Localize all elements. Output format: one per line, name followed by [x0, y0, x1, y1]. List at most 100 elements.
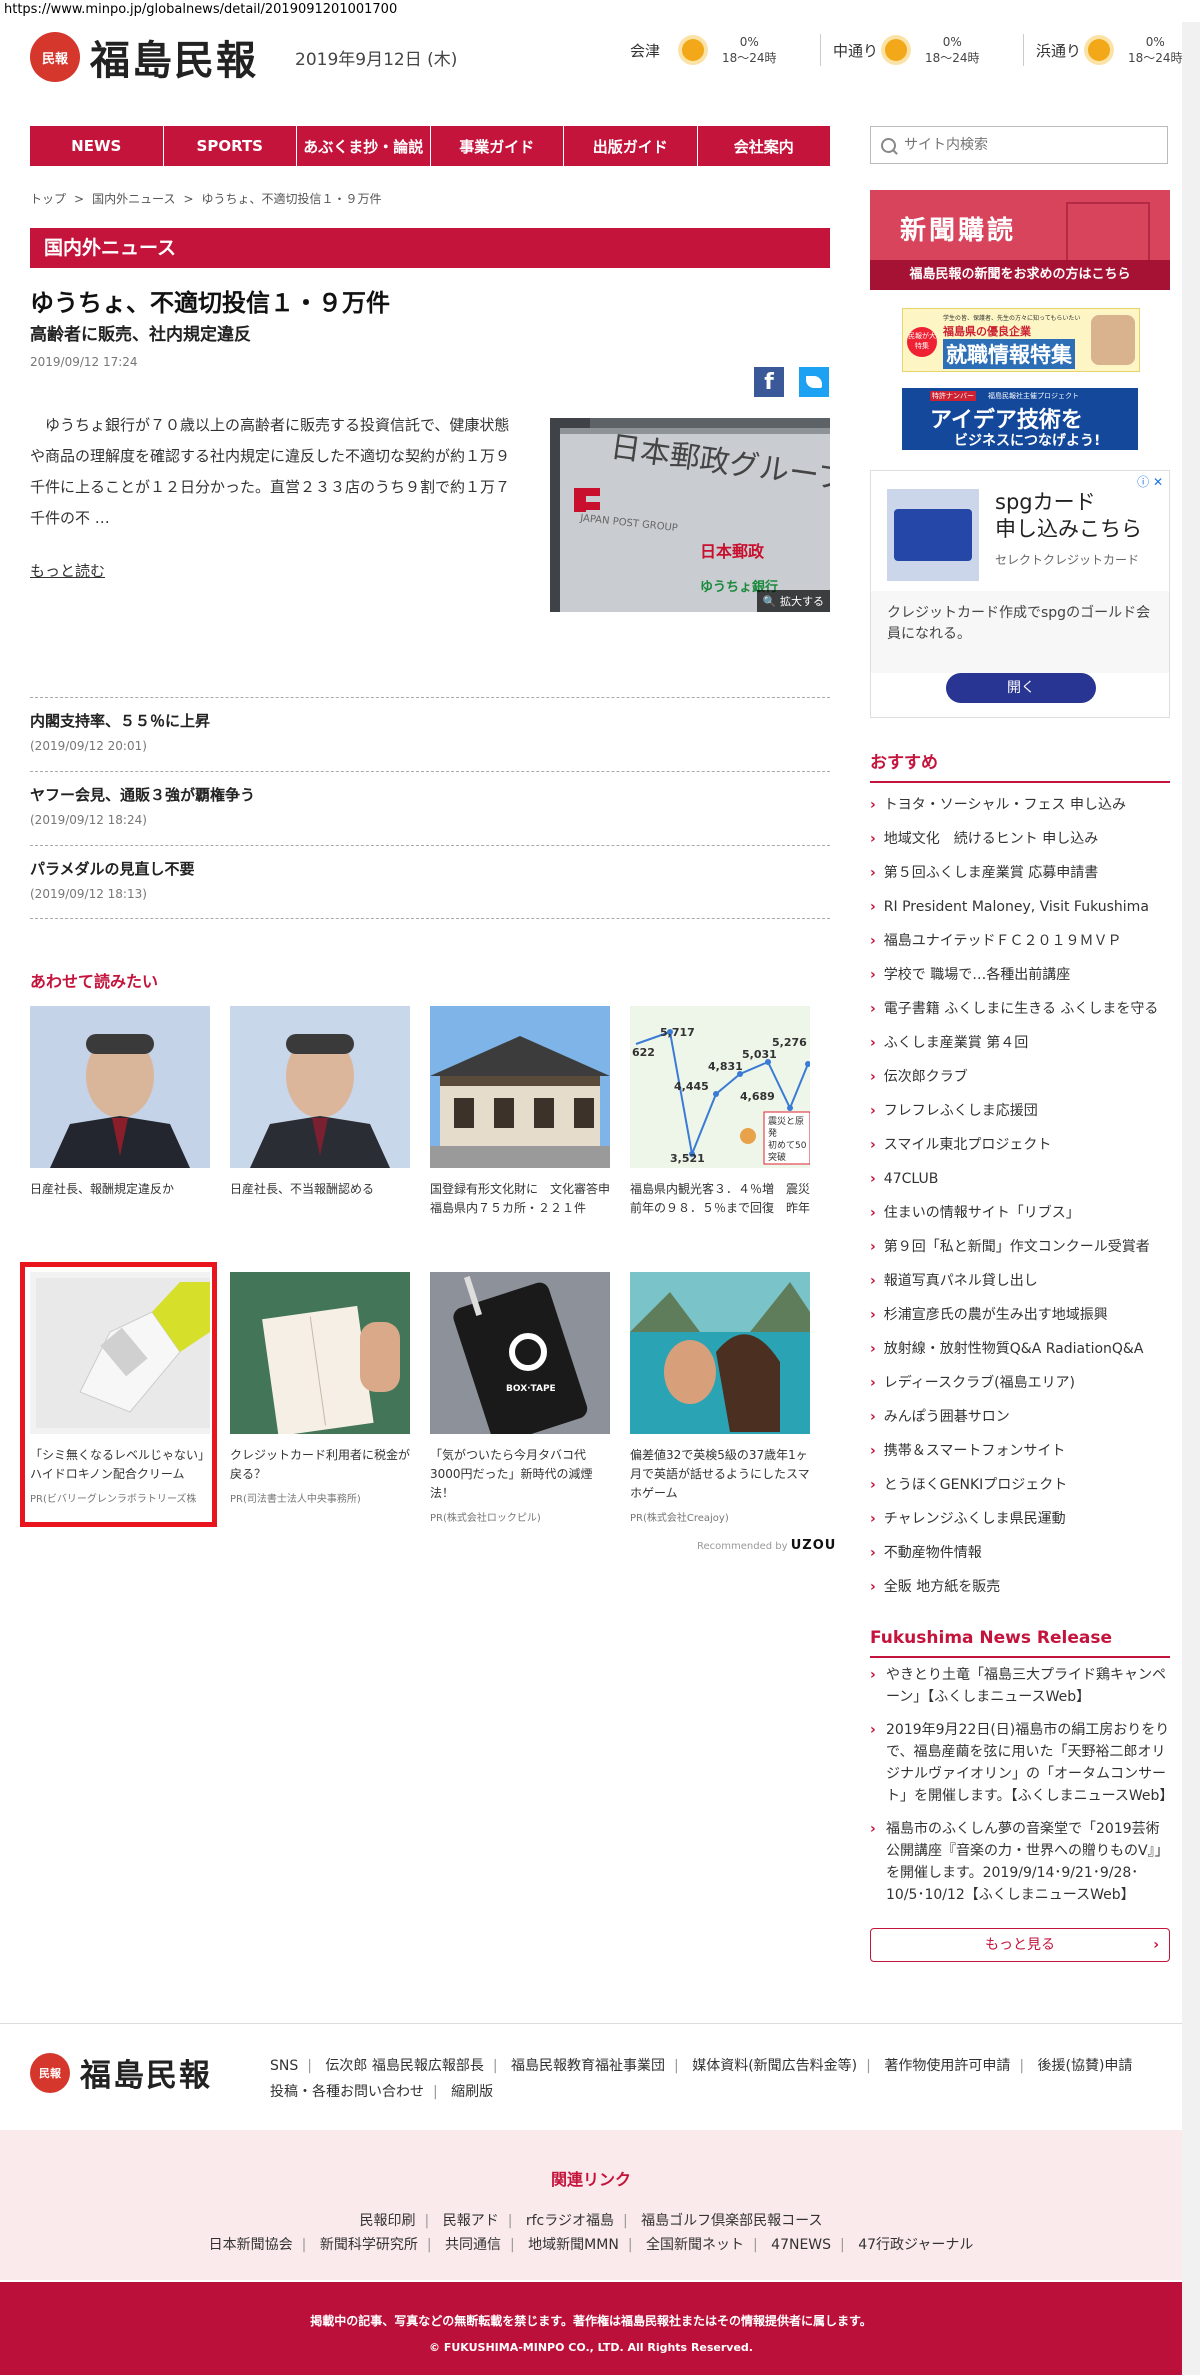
- recommended-by[interactable]: Recommended by UZOU: [697, 1538, 836, 1553]
- related-link[interactable]: 福島ゴルフ倶楽部民報コース: [641, 2213, 822, 2229]
- osusume-item[interactable]: RI President Maloney, Visit Fukushima: [870, 890, 1170, 924]
- sidebar-ad[interactable]: ⓘ ✕ spgカード 申し込みこちら セレクトクレジットカード クレジットカード…: [870, 470, 1170, 718]
- recommend-card-ad[interactable]: クレジットカード利用者に税金が戻る？ PR(司法書士法人中央事務所): [230, 1272, 410, 1505]
- related-link[interactable]: 新聞科学研究所: [320, 2237, 418, 2253]
- footer-link[interactable]: 投稿・各種お問い合わせ: [270, 2084, 424, 2100]
- footer-link[interactable]: 著作物使用許可申請: [884, 2058, 1010, 2074]
- list-item-title[interactable]: パラメダルの見直し不要: [30, 858, 830, 879]
- card-caption[interactable]: 国登録有形文化財に 文化審答申 福島県内７５カ所・２２１件: [430, 1180, 622, 1218]
- more-button[interactable]: もっと見る: [870, 1928, 1170, 1962]
- card-thumbnail[interactable]: [430, 1006, 610, 1168]
- osusume-item[interactable]: 杉浦宣彦氏の農が生み出す地域振興: [870, 1298, 1170, 1332]
- osusume-item[interactable]: 放射線・放射性物質Q&A RadiationQ&A: [870, 1332, 1170, 1366]
- search-input[interactable]: [902, 136, 1146, 154]
- idea-banner[interactable]: 特許ナンバー 福島民報社主催プロジェクト アイデア技術を ビジネスにつなげよう!: [902, 388, 1138, 450]
- card-caption[interactable]: クレジットカード利用者に税金が戻る？: [230, 1446, 410, 1484]
- related-link[interactable]: 47NEWS: [771, 2237, 831, 2253]
- osusume-item[interactable]: 第５回ふくしま産業賞 応募申請書: [870, 856, 1170, 890]
- card-caption[interactable]: 偏差値32で英検5級の37歳年1ヶ月で英語が話せるようにしたスマホゲーム: [630, 1446, 810, 1503]
- related-link[interactable]: 全国新聞ネット: [646, 2237, 744, 2253]
- list-item[interactable]: パラメダルの見直し不要 (2019/09/12 18:13): [30, 845, 830, 919]
- footer-link[interactable]: 伝次郎 福島民報広報部長: [325, 2058, 483, 2074]
- card-caption[interactable]: 日産社長、報酬規定違反か: [30, 1180, 210, 1199]
- site-logo[interactable]: 民報 福島民報: [30, 28, 258, 86]
- footer-link[interactable]: 福島民報教育福祉事業団: [511, 2058, 665, 2074]
- recommend-card[interactable]: 国登録有形文化財に 文化審答申 福島県内７５カ所・２２１件: [430, 1006, 622, 1218]
- ad-title[interactable]: spgカード 申し込みこちら: [995, 489, 1142, 543]
- breadcrumb-section[interactable]: 国内外ニュース: [92, 192, 175, 206]
- recommend-card[interactable]: 622 5,717 3,521 4,445 4,831 5,031 4,689 …: [630, 1006, 810, 1218]
- osusume-item[interactable]: 伝次郎クラブ: [870, 1060, 1170, 1094]
- osusume-item[interactable]: 電子書籍 ふくしまに生きる ふくしまを守る: [870, 992, 1170, 1026]
- list-item-title[interactable]: ヤフー会見、通販３強が覇権争う: [30, 784, 830, 805]
- scrollbar[interactable]: [1182, 22, 1200, 2375]
- footer-link[interactable]: 媒体資料(新聞広告料金等): [692, 2058, 857, 2074]
- release-item[interactable]: やきとり土竜「福島三大プライド鶏キャンペーン」【ふくしまニュースWeb】: [870, 1664, 1170, 1708]
- list-item[interactable]: ヤフー会見、通販３強が覇権争う (2019/09/12 18:24): [30, 771, 830, 845]
- osusume-item[interactable]: レディースクラブ(福島エリア): [870, 1366, 1170, 1400]
- nav-abukumasho[interactable]: あぶくま抄・論説: [297, 126, 431, 166]
- release-item[interactable]: 福島市のふくしん夢の音楽堂で「2019芸術公開講座『音楽の力・世界への贈りものV…: [870, 1818, 1170, 1906]
- related-link[interactable]: 47行政ジャーナル: [858, 2237, 973, 2253]
- nav-sports[interactable]: SPORTS: [164, 126, 297, 166]
- related-link[interactable]: rfcラジオ福島: [526, 2213, 614, 2229]
- recommend-card[interactable]: 日産社長、不当報酬認める: [230, 1006, 410, 1199]
- osusume-item[interactable]: 福島ユナイテッドＦＣ２０１９ＭＶＰ: [870, 924, 1170, 958]
- card-caption[interactable]: 福島県内観光客３．４％増 震災前年の９８．５％まで回復 昨年: [630, 1180, 810, 1218]
- recommend-card-ad[interactable]: BOX·TAPE 「気がついたら今月タバコ代3000円だった」新時代の減煙法！ …: [430, 1272, 610, 1524]
- osusume-item[interactable]: 学校で 職場で…各種出前講座: [870, 958, 1170, 992]
- list-item[interactable]: 内閣支持率、５５％に上昇 (2019/09/12 20:01): [30, 697, 830, 771]
- osusume-item[interactable]: ふくしま産業賞 第４回: [870, 1026, 1170, 1060]
- card-thumbnail[interactable]: 622 5,717 3,521 4,445 4,831 5,031 4,689 …: [630, 1006, 810, 1168]
- list-item-title[interactable]: 内閣支持率、５５％に上昇: [30, 710, 830, 731]
- recommend-card[interactable]: 日産社長、報酬規定違反か: [30, 1006, 210, 1199]
- osusume-item[interactable]: とうほくGENKIプロジェクト: [870, 1468, 1170, 1502]
- osusume-item[interactable]: 住まいの情報サイト「リブス」: [870, 1196, 1170, 1230]
- release-item[interactable]: 2019年9月22日(日)福島市の絹工房おりをりで、福島産繭を弦に用いた「天野裕…: [870, 1719, 1173, 1807]
- osusume-item[interactable]: フレフレふくしま応援団: [870, 1094, 1170, 1128]
- article-photo[interactable]: 日本郵政グループ JAPAN POST GROUP 日本郵政 ゆうちょ銀行 🔍 …: [550, 418, 830, 612]
- job-banner[interactable]: 民報が大特集 学生の皆、保護者、先生の方々に知ってもらいたい 福島県の優良企業 …: [902, 308, 1140, 372]
- osusume-item[interactable]: 不動産物件情報: [870, 1536, 1170, 1570]
- footer-logo[interactable]: 民報 福島民報: [30, 2050, 212, 2095]
- related-link[interactable]: 地域新聞MMN: [528, 2237, 619, 2253]
- card-thumbnail[interactable]: [30, 1006, 210, 1168]
- read-more-link[interactable]: もっと読む: [30, 560, 105, 581]
- ad-close-icon[interactable]: ⓘ ✕: [1137, 473, 1163, 490]
- twitter-share-icon[interactable]: [799, 367, 829, 397]
- zoom-button[interactable]: 🔍 拡大する: [756, 590, 830, 612]
- breadcrumb-top[interactable]: トップ: [30, 192, 66, 206]
- card-thumbnail[interactable]: [630, 1272, 810, 1434]
- related-link[interactable]: 民報アド: [443, 2213, 499, 2229]
- nav-publishing-guide[interactable]: 出版ガイド: [564, 126, 698, 166]
- card-caption[interactable]: 日産社長、不当報酬認める: [230, 1180, 410, 1199]
- osusume-item[interactable]: スマイル東北プロジェクト: [870, 1128, 1170, 1162]
- osusume-item[interactable]: 全販 地方紙を販売: [870, 1570, 1170, 1604]
- osusume-item[interactable]: 報道写真パネル貸し出し: [870, 1264, 1170, 1298]
- osusume-item[interactable]: 第９回「私と新聞」作文コンクール受賞者: [870, 1230, 1170, 1264]
- facebook-share-icon[interactable]: f: [754, 367, 784, 397]
- related-link[interactable]: 民報印刷: [360, 2213, 416, 2229]
- related-link[interactable]: 共同通信: [445, 2237, 501, 2253]
- osusume-item[interactable]: 地域文化 続けるヒント 申し込み: [870, 822, 1170, 856]
- card-thumbnail[interactable]: [230, 1006, 410, 1168]
- related-link[interactable]: 日本新聞協会: [209, 2237, 293, 2253]
- subscribe-box[interactable]: 新聞購読 福島民報の新聞をお求めの方はこちら: [870, 190, 1170, 290]
- ad-open-button[interactable]: 開く: [946, 673, 1096, 703]
- osusume-item[interactable]: トヨタ・ソーシャル・フェス 申し込み: [870, 788, 1170, 822]
- nav-business-guide[interactable]: 事業ガイド: [431, 126, 564, 166]
- osusume-item[interactable]: 47CLUB: [870, 1162, 1170, 1196]
- footer-link[interactable]: SNS: [270, 2058, 298, 2074]
- search-icon[interactable]: [881, 137, 896, 153]
- nav-news[interactable]: NEWS: [30, 126, 164, 166]
- recommend-card-ad[interactable]: 偏差値32で英検5級の37歳年1ヶ月で英語が話せるようにしたスマホゲーム PR(…: [630, 1272, 810, 1524]
- card-thumbnail[interactable]: [230, 1272, 410, 1434]
- footer-link[interactable]: 縮刷版: [451, 2084, 493, 2100]
- osusume-item[interactable]: みんぽう囲碁サロン: [870, 1400, 1170, 1434]
- card-caption[interactable]: 「気がついたら今月タバコ代3000円だった」新時代の減煙法！: [430, 1446, 610, 1503]
- osusume-item[interactable]: チャレンジふくしま県民運動: [870, 1502, 1170, 1536]
- subscribe-bar[interactable]: 福島民報の新聞をお求めの方はこちら: [870, 260, 1170, 290]
- osusume-item[interactable]: 携帯＆スマートフォンサイト: [870, 1434, 1170, 1468]
- footer-link[interactable]: 後援(協賛)申請: [1038, 2058, 1133, 2074]
- card-thumbnail[interactable]: BOX·TAPE: [430, 1272, 610, 1434]
